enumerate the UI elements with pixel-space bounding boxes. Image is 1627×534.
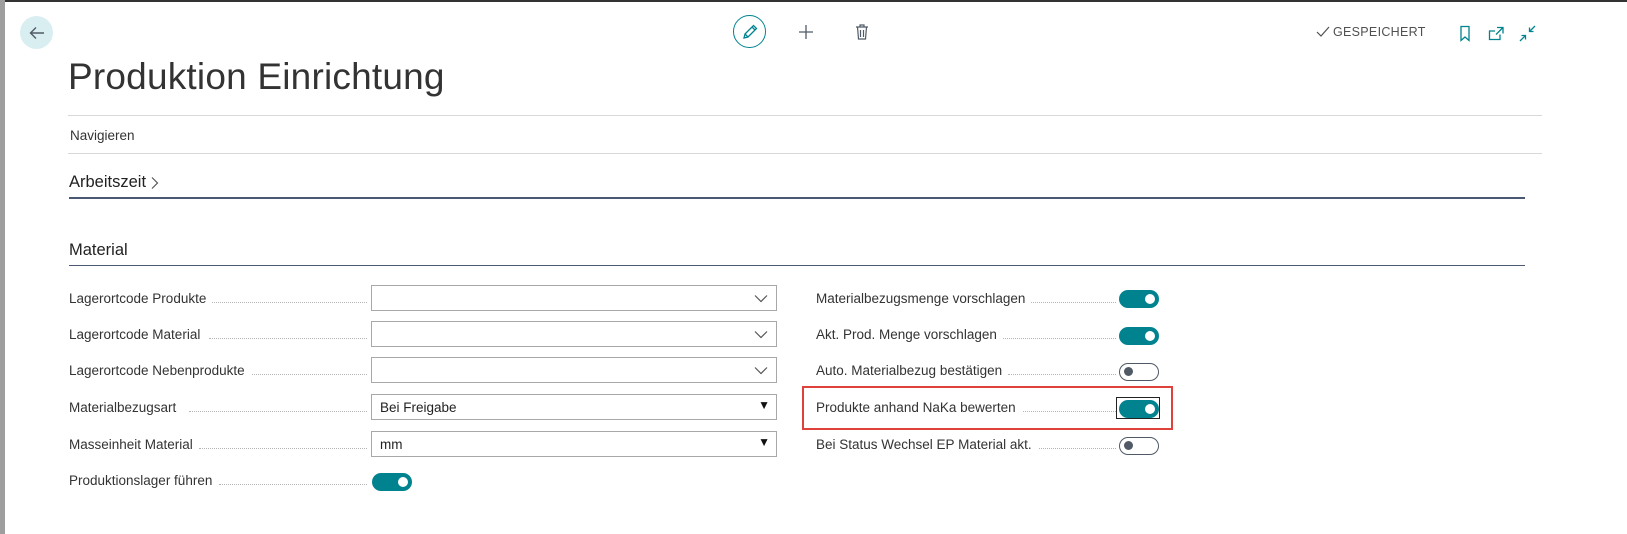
field-label: Bei Status Wechsel EP Material akt. xyxy=(816,437,1038,452)
dropdown-triangle-icon: ▼ xyxy=(758,435,770,449)
trash-icon xyxy=(856,24,868,40)
highlight-box xyxy=(802,386,1173,430)
delete-button[interactable] xyxy=(850,20,874,44)
back-arrow-icon xyxy=(29,26,44,39)
section-title: Material xyxy=(69,241,128,259)
saved-status: GESPEICHERT xyxy=(1316,25,1426,39)
field-row-auto-materialbezug-bestaetigen: Auto. Materialbezug bestätigen xyxy=(816,358,1116,384)
dot-leader xyxy=(249,374,367,375)
field-label: Akt. Prod. Menge vorschlagen xyxy=(816,327,1003,342)
collapse-button[interactable] xyxy=(1517,23,1537,43)
chevron-down-icon xyxy=(754,295,768,303)
back-button[interactable] xyxy=(20,16,53,49)
chevron-right-icon xyxy=(151,176,159,189)
field-row-produktionslager-fuehren: Produktionslager führen xyxy=(69,468,777,494)
saved-label: GESPEICHERT xyxy=(1333,25,1426,39)
toggle-knob xyxy=(1145,294,1155,304)
lagerortcode-material-dropdown[interactable] xyxy=(371,321,777,347)
chevron-down-icon xyxy=(754,367,768,375)
divider xyxy=(68,115,1542,116)
checkmark-icon xyxy=(1316,26,1330,37)
dot-leader xyxy=(219,484,367,485)
dropdown-triangle-icon: ▼ xyxy=(758,398,770,412)
open-new-window-button[interactable] xyxy=(1486,23,1506,43)
field-label: Lagerortcode Nebenprodukte xyxy=(69,363,251,378)
dot-leader xyxy=(209,338,367,339)
field-value: mm xyxy=(380,437,403,452)
field-label: Masseinheit Material xyxy=(69,437,199,452)
field-label: Materialbezugsmenge vorschlagen xyxy=(816,291,1032,306)
divider xyxy=(68,153,1542,154)
toggle-knob xyxy=(398,477,408,487)
dot-leader xyxy=(1008,374,1116,375)
dot-leader xyxy=(189,411,367,412)
left-border xyxy=(0,0,5,534)
field-row-bei-status-wechsel-ep-material: Bei Status Wechsel EP Material akt. xyxy=(816,432,1116,458)
edit-pencil-icon xyxy=(742,24,757,39)
page-title: Produktion Einrichtung xyxy=(68,56,445,97)
navigate-menu[interactable]: Navigieren xyxy=(70,128,135,143)
field-label: Lagerortcode Material xyxy=(69,327,207,342)
dot-leader xyxy=(996,338,1116,339)
section-divider xyxy=(69,265,1525,266)
edit-button[interactable] xyxy=(733,15,766,48)
toggle-knob xyxy=(1124,441,1133,450)
toggle-knob xyxy=(1145,331,1155,341)
dot-leader xyxy=(1031,448,1116,449)
produktionslager-fuehren-toggle[interactable] xyxy=(372,473,412,491)
dot-leader xyxy=(209,302,367,303)
open-new-window-icon xyxy=(1488,26,1504,40)
akt-prod-menge-vorschlagen-toggle[interactable] xyxy=(1119,327,1159,345)
bookmark-icon xyxy=(1460,25,1470,42)
section-material-header[interactable]: Material xyxy=(69,241,128,260)
field-row-materialbezugsmenge-vorschlagen: Materialbezugsmenge vorschlagen xyxy=(816,286,1116,312)
field-label: Auto. Materialbezug bestätigen xyxy=(816,363,1009,378)
dot-leader xyxy=(199,448,367,449)
collapse-icon xyxy=(1519,25,1535,41)
masseinheit-material-select[interactable]: mm ▼ xyxy=(371,431,777,457)
top-border xyxy=(0,0,1627,2)
bei-status-wechsel-ep-material-toggle[interactable] xyxy=(1119,437,1159,455)
plus-icon xyxy=(799,25,813,39)
dot-leader xyxy=(1026,302,1116,303)
new-button[interactable] xyxy=(794,20,818,44)
lagerortcode-produkte-dropdown[interactable] xyxy=(371,285,777,311)
materialbezugsart-select[interactable]: Bei Freigabe ▼ xyxy=(371,394,777,420)
auto-materialbezug-bestaetigen-toggle[interactable] xyxy=(1119,363,1159,381)
bookmark-button[interactable] xyxy=(1455,23,1475,43)
field-label: Lagerortcode Produkte xyxy=(69,291,213,306)
section-title: Arbeitszeit xyxy=(69,173,147,191)
field-value: Bei Freigabe xyxy=(380,400,457,415)
materialbezugsmenge-vorschlagen-toggle[interactable] xyxy=(1119,290,1159,308)
field-label: Produktionslager führen xyxy=(69,473,219,488)
field-row-akt-prod-menge-vorschlagen: Akt. Prod. Menge vorschlagen xyxy=(816,322,1116,348)
toggle-knob xyxy=(1124,367,1133,376)
section-divider xyxy=(69,197,1525,199)
chevron-down-icon xyxy=(754,331,768,339)
lagerortcode-nebenprodukte-dropdown[interactable] xyxy=(371,357,777,383)
section-arbeitszeit-header[interactable]: Arbeitszeit xyxy=(69,173,159,192)
field-label: Materialbezugsart xyxy=(69,400,183,415)
